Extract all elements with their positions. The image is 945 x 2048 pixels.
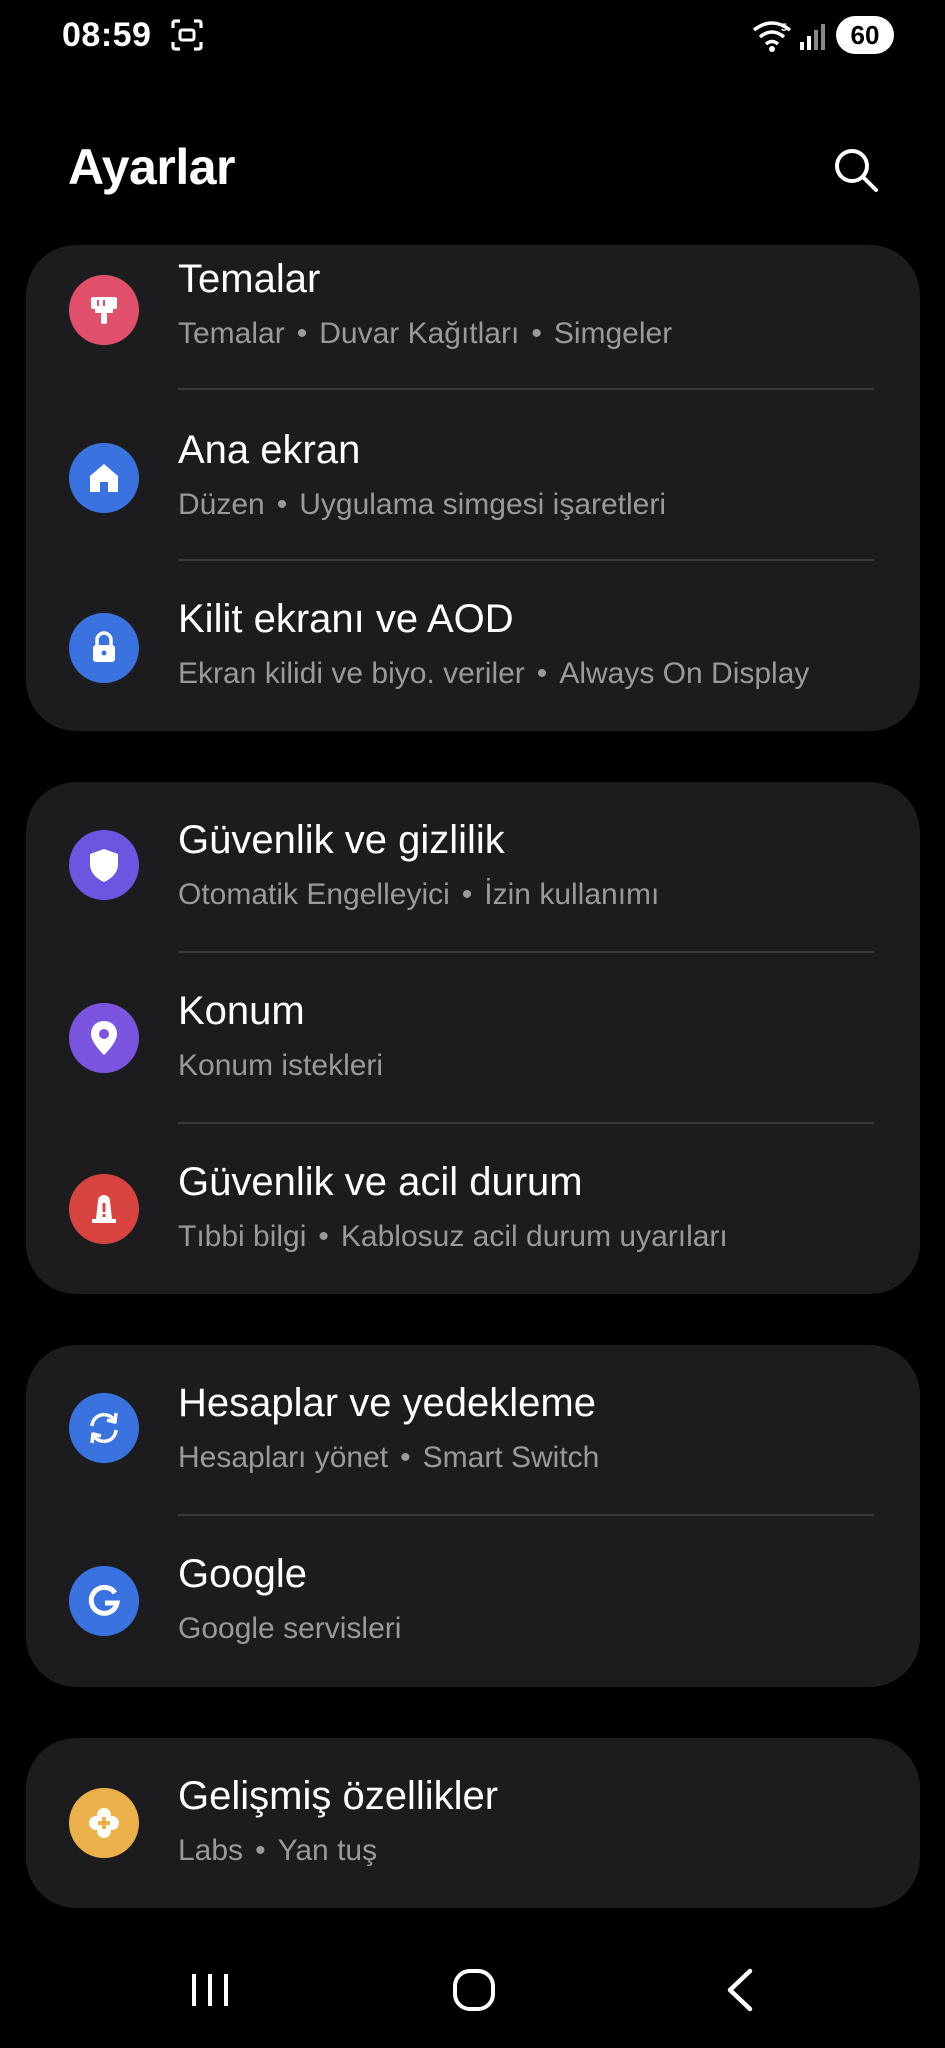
battery-icon: 60 [836,16,894,54]
shield-icon [69,830,139,900]
home-button[interactable] [434,1960,514,2020]
status-time: 08:59 [62,16,152,54]
settings-item-guvenlik-gizlilik[interactable]: Güvenlik ve gizlilik Otomatik Engelleyic… [26,782,920,953]
recents-icon [192,1974,228,2006]
wifi-icon: 5 [752,21,792,52]
back-button[interactable] [700,1960,780,2020]
settings-item-subtitle: Labs • Yan tuş [178,1834,378,1867]
settings-item-guvenlik-acil-durum[interactable]: Güvenlik ve acil durum Tıbbi bilgi • Kablo… [26,1124,920,1294]
settings-item-title: Gelişmiş özellikler [178,1774,499,1818]
status-bar: 08:59 5 60 [0,0,945,72]
settings-item-google[interactable]: Google Google servisleri [26,1516,920,1687]
settings-item-kilit-ekrani[interactable]: Kilit ekranı ve AOD Ekran kilidi ve biyo… [26,561,920,731]
screenshot-icon [171,19,203,51]
settings-item-title: Hesaplar ve yedekleme [178,1381,596,1425]
svg-text:5: 5 [781,22,787,34]
settings-item-title: Temalar [178,257,321,301]
settings-item-title: Konum [178,989,305,1033]
lock-icon [69,613,139,683]
home-button-icon [453,1969,495,2011]
settings-item-subtitle: Otomatik Engelleyici • İzin kullanımı [178,878,660,911]
settings-item-subtitle: Düzen • Uygulama simgesi işaretleri [178,488,667,521]
settings-item-title: Google [178,1552,307,1596]
recents-button[interactable] [170,1960,250,2020]
settings-item-temalar[interactable]: Temalar Temalar • Duvar Kağıtları • Simgeler [26,245,920,390]
google-icon [69,1566,139,1636]
settings-group-3: Hesaplar ve yedekleme Hesapları yönet • Sm… [26,1345,920,1687]
settings-group-4: Gelişmiş özellikler Labs • Yan tuş [26,1738,920,1908]
back-icon [727,1968,753,2012]
sync-icon [69,1393,139,1463]
page-title: Ayarlar [68,139,235,195]
search-icon [835,149,878,192]
signal-icon [800,24,825,50]
settings-item-title: Ana ekran [178,428,361,472]
settings-item-title: Güvenlik ve gizlilik [178,818,505,862]
settings-item-konum[interactable]: Konum Konum istekleri [26,953,920,1124]
settings-item-hesaplar-yedekleme[interactable]: Hesaplar ve yedekleme Hesapları yönet • Sm… [26,1345,920,1516]
puzzle-icon [69,1788,139,1858]
settings-item-ana-ekran[interactable]: Ana ekran Düzen • Uygulama simgesi işaretl… [26,390,920,561]
settings-item-subtitle: Google servisleri [178,1612,402,1645]
header: Ayarlar [0,120,945,220]
settings-group-1: Temalar Temalar • Duvar Kağıtları • Simgeler… [26,245,920,731]
emergency-icon [69,1174,139,1244]
settings-item-title: Kilit ekranı ve AOD [178,597,514,641]
navigation-bar [0,1940,945,2040]
settings-item-subtitle: Konum istekleri [178,1049,384,1082]
settings-item-title: Güvenlik ve acil durum [178,1160,583,1204]
paintbrush-icon [69,275,139,345]
location-pin-icon [69,1003,139,1073]
settings-item-gelismis-ozellikler[interactable]: Gelişmiş özellikler Labs • Yan tuş [26,1738,920,1908]
search-button[interactable] [826,140,886,200]
settings-group-2: Güvenlik ve gizlilik Otomatik Engelleyic… [26,782,920,1294]
home-icon [69,443,139,513]
settings-item-subtitle: Hesapları yönet • Smart Switch [178,1441,600,1474]
settings-item-subtitle: Temalar • Duvar Kağıtları • Simgeler [178,317,673,350]
settings-item-subtitle: Tıbbi bilgi • Kablosuz acil durum uyarılar… [178,1220,728,1253]
settings-item-subtitle: Ekran kilidi ve biyo. veriler • Always On … [178,657,810,690]
